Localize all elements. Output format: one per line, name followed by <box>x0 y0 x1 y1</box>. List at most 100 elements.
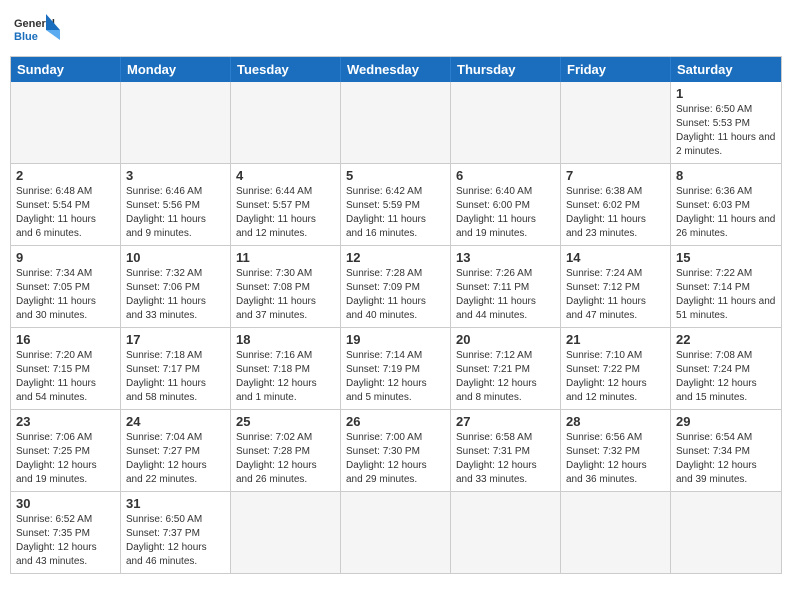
day-number: 27 <box>456 414 555 429</box>
day-number: 15 <box>676 250 776 265</box>
empty-cell <box>671 492 781 573</box>
day-number: 16 <box>16 332 115 347</box>
day-cell-8: 8 Sunrise: 6:36 AM Sunset: 6:03 PM Daylig… <box>671 164 781 246</box>
day-cell-26: 26 Sunrise: 7:00 AM Sunset: 7:30 PM Dayli… <box>341 410 451 492</box>
day-cell-28: 28 Sunrise: 6:56 AM Sunset: 7:32 PM Dayli… <box>561 410 671 492</box>
day-number: 13 <box>456 250 555 265</box>
day-cell-21: 21 Sunrise: 7:10 AM Sunset: 7:22 PM Dayli… <box>561 328 671 410</box>
day-info: Sunrise: 6:52 AM Sunset: 7:35 PM Dayligh… <box>16 513 115 569</box>
day-cell-23: 23 Sunrise: 7:06 AM Sunset: 7:25 PM Dayli… <box>11 410 121 492</box>
day-cell-13: 13 Sunrise: 7:26 AM Sunset: 7:11 PM Dayli… <box>451 246 561 328</box>
empty-cell <box>231 492 341 573</box>
day-info: Sunrise: 6:58 AM Sunset: 7:31 PM Dayligh… <box>456 431 555 487</box>
day-cell-15: 15 Sunrise: 7:22 AM Sunset: 7:14 PM Dayli… <box>671 246 781 328</box>
day-number: 21 <box>566 332 665 347</box>
day-number: 14 <box>566 250 665 265</box>
day-info: Sunrise: 7:14 AM Sunset: 7:19 PM Dayligh… <box>346 349 445 405</box>
day-number: 6 <box>456 168 555 183</box>
day-cell-18: 18Sunrise: 7:16 AM Sunset: 7:18 PM Dayli… <box>231 328 341 410</box>
day-cell-29: 29Sunrise: 6:54 AM Sunset: 7:34 PM Dayli… <box>671 410 781 492</box>
day-cell-6: 6Sunrise: 6:40 AM Sunset: 6:00 PM Daylig… <box>451 164 561 246</box>
day-number: 20 <box>456 332 555 347</box>
day-number: 12 <box>346 250 445 265</box>
day-cell-12: 12 Sunrise: 7:28 AM Sunset: 7:09 PM Dayli… <box>341 246 451 328</box>
day-cell-25: 25Sunrise: 7:02 AM Sunset: 7:28 PM Dayli… <box>231 410 341 492</box>
day-info: Sunrise: 7:08 AM Sunset: 7:24 PM Dayligh… <box>676 349 776 405</box>
day-info: Sunrise: 6:48 AM Sunset: 5:54 PM Dayligh… <box>16 185 115 241</box>
day-number: 7 <box>566 168 665 183</box>
day-number: 10 <box>126 250 225 265</box>
day-info: Sunrise: 7:28 AM Sunset: 7:09 PM Dayligh… <box>346 267 445 323</box>
day-info: Sunrise: 6:54 AM Sunset: 7:34 PM Dayligh… <box>676 431 776 487</box>
day-number: 2 <box>16 168 115 183</box>
day-info: Sunrise: 7:10 AM Sunset: 7:22 PM Dayligh… <box>566 349 665 405</box>
day-number: 4 <box>236 168 335 183</box>
day-cell-5: 5 Sunrise: 6:42 AM Sunset: 5:59 PM Daylig… <box>341 164 451 246</box>
day-info: Sunrise: 7:18 AM Sunset: 7:17 PM Dayligh… <box>126 349 225 405</box>
day-info: Sunrise: 7:26 AM Sunset: 7:11 PM Dayligh… <box>456 267 555 323</box>
day-info: Sunrise: 6:44 AM Sunset: 5:57 PM Dayligh… <box>236 185 335 241</box>
empty-cell <box>561 82 671 164</box>
empty-cell <box>11 82 121 164</box>
empty-cell <box>121 82 231 164</box>
empty-cell <box>341 492 451 573</box>
day-number: 23 <box>16 414 115 429</box>
header-day-friday: Friday <box>561 57 671 82</box>
day-number: 19 <box>346 332 445 347</box>
day-info: Sunrise: 7:20 AM Sunset: 7:15 PM Dayligh… <box>16 349 115 405</box>
calendar-header: SundayMondayTuesdayWednesdayThursdayFrid… <box>11 57 781 82</box>
day-number: 3 <box>126 168 225 183</box>
header-day-wednesday: Wednesday <box>341 57 451 82</box>
day-cell-11: 11Sunrise: 7:30 AM Sunset: 7:08 PM Dayli… <box>231 246 341 328</box>
day-cell-4: 4 Sunrise: 6:44 AM Sunset: 5:57 PM Daylig… <box>231 164 341 246</box>
empty-cell <box>451 82 561 164</box>
empty-cell <box>451 492 561 573</box>
day-info: Sunrise: 7:00 AM Sunset: 7:30 PM Dayligh… <box>346 431 445 487</box>
calendar-body: 1 Sunrise: 6:50 AM Sunset: 5:53 PM Daylig… <box>11 82 781 573</box>
header-day-sunday: Sunday <box>11 57 121 82</box>
day-info: Sunrise: 7:04 AM Sunset: 7:27 PM Dayligh… <box>126 431 225 487</box>
day-number: 26 <box>346 414 445 429</box>
day-cell-3: 3 Sunrise: 6:46 AM Sunset: 5:56 PM Daylig… <box>121 164 231 246</box>
day-cell-7: 7 Sunrise: 6:38 AM Sunset: 6:02 PM Daylig… <box>561 164 671 246</box>
day-number: 22 <box>676 332 776 347</box>
day-cell-19: 19 Sunrise: 7:14 AM Sunset: 7:19 PM Dayli… <box>341 328 451 410</box>
day-cell-2: 2 Sunrise: 6:48 AM Sunset: 5:54 PM Daylig… <box>11 164 121 246</box>
day-number: 5 <box>346 168 445 183</box>
day-cell-17: 17 Sunrise: 7:18 AM Sunset: 7:17 PM Dayli… <box>121 328 231 410</box>
day-info: Sunrise: 7:22 AM Sunset: 7:14 PM Dayligh… <box>676 267 776 323</box>
header-day-thursday: Thursday <box>451 57 561 82</box>
day-info: Sunrise: 7:30 AM Sunset: 7:08 PM Dayligh… <box>236 267 335 323</box>
day-info: Sunrise: 7:34 AM Sunset: 7:05 PM Dayligh… <box>16 267 115 323</box>
empty-cell <box>561 492 671 573</box>
day-number: 30 <box>16 496 115 511</box>
header-day-monday: Monday <box>121 57 231 82</box>
day-cell-9: 9Sunrise: 7:34 AM Sunset: 7:05 PM Daylig… <box>11 246 121 328</box>
day-cell-30: 30 Sunrise: 6:52 AM Sunset: 7:35 PM Dayli… <box>11 492 121 573</box>
day-number: 17 <box>126 332 225 347</box>
logo-svg: GeneralBlue <box>14 10 64 50</box>
day-info: Sunrise: 6:56 AM Sunset: 7:32 PM Dayligh… <box>566 431 665 487</box>
day-info: Sunrise: 7:12 AM Sunset: 7:21 PM Dayligh… <box>456 349 555 405</box>
logo: GeneralBlue <box>14 10 64 50</box>
day-cell-1: 1 Sunrise: 6:50 AM Sunset: 5:53 PM Daylig… <box>671 82 781 164</box>
day-cell-20: 20 Sunrise: 7:12 AM Sunset: 7:21 PM Dayli… <box>451 328 561 410</box>
empty-cell <box>231 82 341 164</box>
calendar: SundayMondayTuesdayWednesdayThursdayFrid… <box>10 56 782 574</box>
day-info: Sunrise: 7:16 AM Sunset: 7:18 PM Dayligh… <box>236 349 335 405</box>
day-info: Sunrise: 6:42 AM Sunset: 5:59 PM Dayligh… <box>346 185 445 241</box>
day-info: Sunrise: 6:38 AM Sunset: 6:02 PM Dayligh… <box>566 185 665 241</box>
day-number: 1 <box>676 86 776 101</box>
day-number: 8 <box>676 168 776 183</box>
day-cell-14: 14Sunrise: 7:24 AM Sunset: 7:12 PM Dayli… <box>561 246 671 328</box>
day-number: 31 <box>126 496 225 511</box>
day-info: Sunrise: 7:06 AM Sunset: 7:25 PM Dayligh… <box>16 431 115 487</box>
empty-cell <box>341 82 451 164</box>
day-cell-22: 22 Sunrise: 7:08 AM Sunset: 7:24 PM Dayli… <box>671 328 781 410</box>
day-info: Sunrise: 7:32 AM Sunset: 7:06 PM Dayligh… <box>126 267 225 323</box>
day-info: Sunrise: 6:46 AM Sunset: 5:56 PM Dayligh… <box>126 185 225 241</box>
day-info: Sunrise: 6:36 AM Sunset: 6:03 PM Dayligh… <box>676 185 776 241</box>
day-number: 28 <box>566 414 665 429</box>
day-info: Sunrise: 6:50 AM Sunset: 5:53 PM Dayligh… <box>676 103 776 159</box>
day-cell-27: 27 Sunrise: 6:58 AM Sunset: 7:31 PM Dayli… <box>451 410 561 492</box>
